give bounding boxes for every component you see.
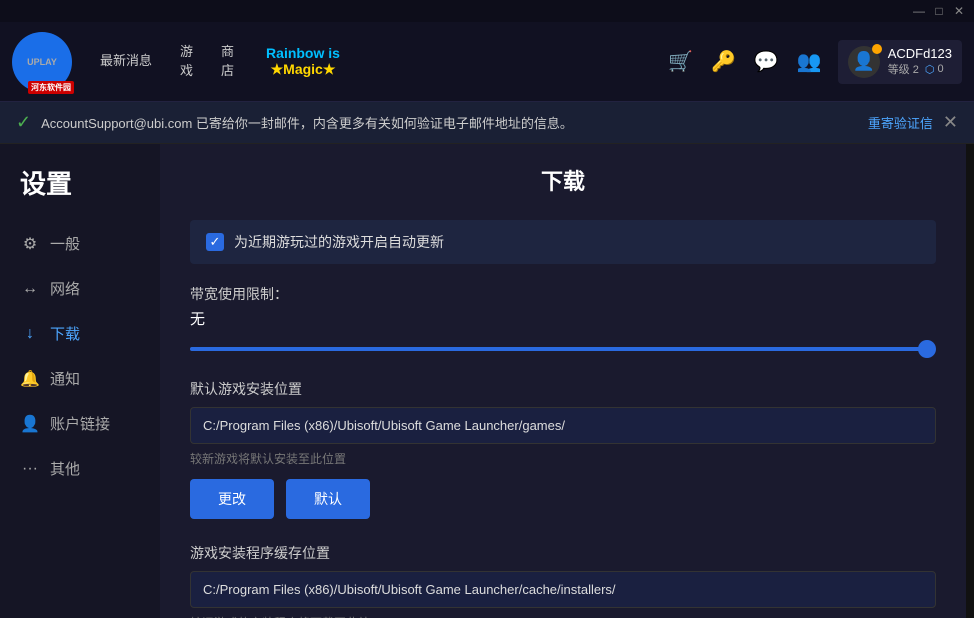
sidebar-item-label-other: 其他 [50,458,80,479]
auto-update-row: ✓ 为近期游玩过的游戏开启自动更新 [190,220,936,264]
user-profile[interactable]: 👤 ACDFd123 等级 2 ⬡ 0 [838,40,962,84]
avatar-badge [872,44,882,54]
avatar-icon: 👤 [852,51,874,72]
install-change-button[interactable]: 更改 [190,479,274,519]
user-info: ACDFd123 等级 2 ⬡ 0 [888,46,952,77]
sidebar-item-general[interactable]: ⚙ 一般 [0,221,160,266]
sidebar-title: 设置 [0,164,160,221]
account-icon: 👤 [20,414,40,434]
sidebar-item-notifications[interactable]: 🔔 通知 [0,356,160,401]
checkmark-icon: ✓ [210,234,221,250]
auto-update-label: 为近期游玩过的游戏开启自动更新 [234,232,444,252]
right-strip [966,144,974,618]
close-button[interactable]: ✕ [952,4,966,18]
sidebar-item-label-network: 网络 [50,278,80,299]
uplay-logo-text: UPLAY [27,57,57,67]
chat-icon[interactable]: 💬 [754,49,779,74]
currency: ⬡ 0 [925,63,944,76]
cache-path-hint: 较旧游戏的安装程序将下载至此处 [190,614,936,618]
site-badge: 河东软件园 [28,81,74,94]
nav-links: 最新消息 游戏 商店 Rainbow is ★Magic★ [88,39,668,83]
slider-thumb[interactable] [918,340,936,358]
key-icon[interactable]: 🔑 [711,49,736,74]
sidebar-item-label-general: 一般 [50,233,80,254]
notification-bar: ✓ AccountSupport@ubi.com 已寄给你一封邮件，内含更多有关… [0,102,974,144]
nav-link-games[interactable]: 游戏 [168,39,205,83]
nav-link-store[interactable]: 商店 [209,39,246,83]
nav-link-news[interactable]: 最新消息 [88,48,164,74]
resend-link[interactable]: 重寄验证信 [868,113,933,132]
more-icon: ··· [20,460,40,478]
sidebar-item-download[interactable]: ↓ 下载 [0,311,160,356]
bandwidth-value: 无 [190,308,936,329]
slider-track [190,347,936,351]
bandwidth-label: 带宽使用限制： [190,284,936,304]
gear-icon: ⚙ [20,234,40,254]
slider-fill [190,347,921,351]
install-path-input[interactable] [190,407,936,444]
download-icon: ↓ [20,325,40,343]
cache-path-input[interactable] [190,571,936,608]
bandwidth-section: 带宽使用限制： 无 [190,284,936,359]
sidebar-item-other[interactable]: ··· 其他 [0,446,160,491]
user-level: 等级 2 ⬡ 0 [888,61,952,77]
install-path-section: 默认游戏安装位置 较新游戏将默认安装至此位置 更改 默认 [190,379,936,519]
nav-icons: 🛒 🔑 💬 👥 [668,49,822,74]
title-bar: — □ ✕ [0,0,974,22]
window-controls: — □ ✕ [912,4,966,18]
notification-text: AccountSupport@ubi.com 已寄给你一封邮件，内含更多有关如何… [41,113,858,132]
auto-update-checkbox[interactable]: ✓ [206,233,224,251]
network-icon: ↔ [20,280,40,298]
sidebar-item-account[interactable]: 👤 账户链接 [0,401,160,446]
content-title: 下载 [190,164,936,196]
install-default-button[interactable]: 默认 [286,479,370,519]
username: ACDFd123 [888,46,952,61]
main-container: 设置 ⚙ 一般 ↔ 网络 ↓ 下载 🔔 通知 👤 账户链接 ··· 其他 下载 [0,144,974,618]
game-title-line1: Rainbow is [266,45,340,61]
cache-path-label: 游戏安装程序缓存位置 [190,543,936,563]
maximize-button[interactable]: □ [932,4,946,18]
close-notification-icon[interactable]: ✕ [943,112,958,133]
friends-icon[interactable]: 👥 [797,49,822,74]
uplay-logo[interactable]: UPLAY 河东软件园 [12,32,72,92]
check-icon: ✓ [16,112,31,133]
sidebar-item-network[interactable]: ↔ 网络 [0,266,160,311]
install-path-buttons: 更改 默认 [190,479,936,519]
bandwidth-slider[interactable] [190,339,936,359]
sidebar: 设置 ⚙ 一般 ↔ 网络 ↓ 下载 🔔 通知 👤 账户链接 ··· 其他 [0,144,160,618]
game-title[interactable]: Rainbow is ★Magic★ [250,41,356,82]
content-area: 下载 ✓ 为近期游玩过的游戏开启自动更新 带宽使用限制： 无 默认游戏安装位置 … [160,144,966,618]
install-path-hint: 较新游戏将默认安装至此位置 [190,450,936,467]
bell-icon: 🔔 [20,369,40,389]
sidebar-item-label-download: 下载 [50,323,80,344]
avatar: 👤 [848,46,880,78]
cache-path-section: 游戏安装程序缓存位置 较旧游戏的安装程序将下载至此处 更改 默认 删除所有游戏安… [190,543,936,618]
sidebar-item-label-account: 账户链接 [50,413,110,434]
cart-icon[interactable]: 🛒 [668,49,693,74]
sidebar-item-label-notifications: 通知 [50,368,80,389]
game-title-line2: ★Magic★ [271,61,336,77]
minimize-button[interactable]: — [912,4,926,18]
install-path-label: 默认游戏安装位置 [190,379,936,399]
navbar: UPLAY 河东软件园 最新消息 游戏 商店 Rainbow is ★Magic… [0,22,974,102]
